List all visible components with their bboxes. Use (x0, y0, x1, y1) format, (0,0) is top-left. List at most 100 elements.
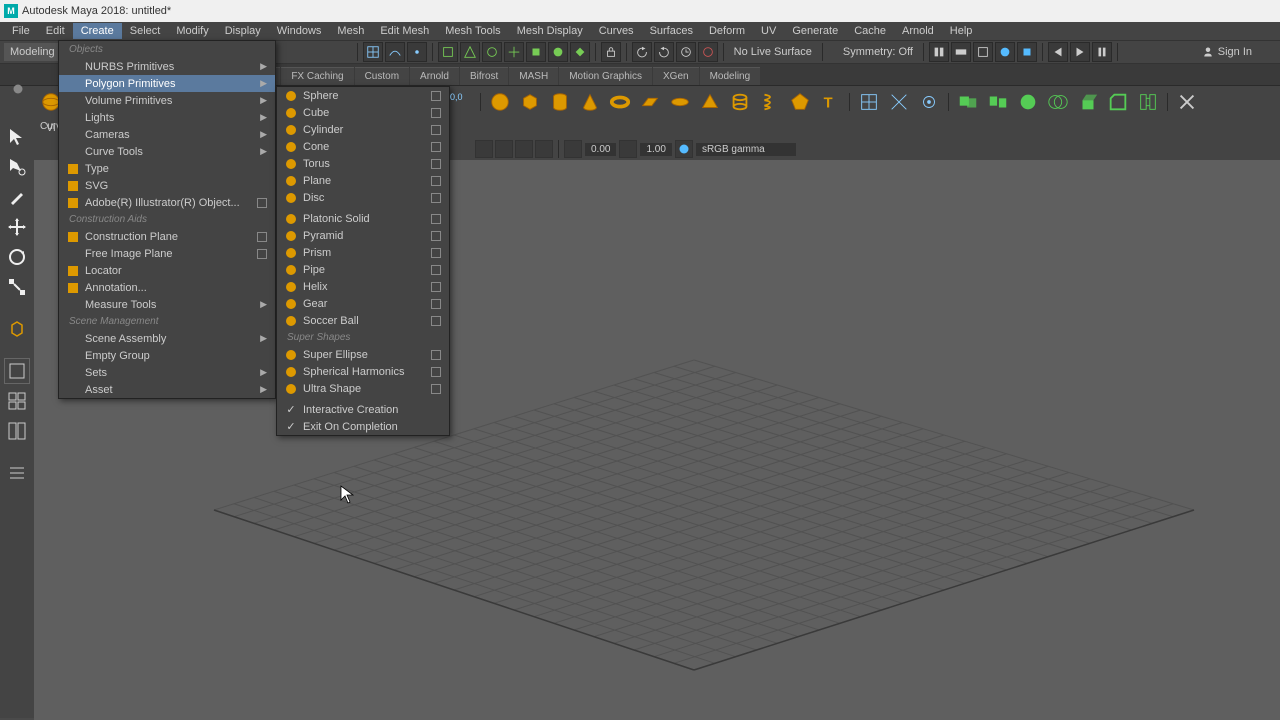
curve-panel[interactable]: Curv (38, 118, 60, 135)
menu-select[interactable]: Select (122, 23, 169, 39)
menu-item-disc[interactable]: Disc (277, 189, 449, 206)
menu-edit-mesh[interactable]: Edit Mesh (372, 23, 437, 39)
menu-item-gear[interactable]: Gear (277, 295, 449, 312)
menu-windows[interactable]: Windows (269, 23, 330, 39)
lock-icon[interactable] (601, 42, 621, 62)
poly-platonic-icon[interactable] (786, 88, 814, 116)
vp-tool-icon[interactable] (619, 140, 637, 158)
separate-icon[interactable] (984, 88, 1012, 116)
menu-item-cameras[interactable]: Cameras▶ (59, 126, 275, 143)
tool-icon[interactable] (526, 42, 546, 62)
menu-item-pyramid[interactable]: Pyramid (277, 227, 449, 244)
smooth-icon[interactable] (1014, 88, 1042, 116)
poly-cylinder-icon[interactable] (546, 88, 574, 116)
menu-item-free-image-plane[interactable]: Free Image Plane (59, 245, 275, 262)
menu-item-ultra-shape[interactable]: Ultra Shape (277, 380, 449, 397)
snap-grid-icon[interactable] (363, 42, 383, 62)
menu-item-construction-plane[interactable]: Construction Plane (59, 228, 275, 245)
tool-icon[interactable] (995, 42, 1015, 62)
history-icon[interactable] (676, 42, 696, 62)
tab-arnold[interactable]: Arnold (410, 67, 459, 85)
extrude-icon[interactable] (1074, 88, 1102, 116)
menu-item-curve-tools[interactable]: Curve Tools▶ (59, 143, 275, 160)
bool-icon[interactable] (1044, 88, 1072, 116)
menu-curves[interactable]: Curves (591, 23, 642, 39)
menu-edit[interactable]: Edit (38, 23, 73, 39)
menu-item-sets[interactable]: Sets▶ (59, 364, 275, 381)
menu-item-lights[interactable]: Lights▶ (59, 109, 275, 126)
live-surface-label[interactable]: No Live Surface (728, 46, 818, 58)
menu-item-platonic-solid[interactable]: Platonic Solid (277, 210, 449, 227)
poly-cube-icon[interactable] (516, 88, 544, 116)
scale-tool-icon[interactable] (4, 274, 30, 300)
tab-bifrost[interactable]: Bifrost (460, 67, 508, 85)
menu-mesh[interactable]: Mesh (329, 23, 372, 39)
menu-item-nurbs-primitives[interactable]: NURBS Primitives▶ (59, 58, 275, 75)
menu-item-scene-assembly[interactable]: Scene Assembly▶ (59, 330, 275, 347)
poly-plane-icon[interactable] (636, 88, 664, 116)
snap-point-icon[interactable] (407, 42, 427, 62)
menu-item-plane[interactable]: Plane (277, 172, 449, 189)
target-weld-icon[interactable] (915, 88, 943, 116)
symmetry-label[interactable]: Symmetry: Off (837, 46, 919, 58)
colorspace-dropdown[interactable]: sRGB gamma (696, 143, 796, 156)
vp-tool-icon[interactable] (475, 140, 493, 158)
layout-icon[interactable] (4, 358, 30, 384)
shelf-tab-icon[interactable] (12, 83, 24, 95)
menu-arnold[interactable]: Arnold (894, 23, 942, 39)
delete-icon[interactable] (1173, 88, 1201, 116)
menu-surfaces[interactable]: Surfaces (642, 23, 701, 39)
history-icon[interactable] (698, 42, 718, 62)
tool-icon[interactable] (973, 42, 993, 62)
tool-icon[interactable] (548, 42, 568, 62)
tab-motion graphics[interactable]: Motion Graphics (559, 67, 652, 85)
menu-item-prism[interactable]: Prism (277, 244, 449, 261)
rotate-tool-icon[interactable] (4, 244, 30, 270)
vp-tool-icon[interactable] (515, 140, 533, 158)
menu-item-cylinder[interactable]: Cylinder (277, 121, 449, 138)
menu-item-volume-primitives[interactable]: Volume Primitives▶ (59, 92, 275, 109)
poly-sphere-icon[interactable] (486, 88, 514, 116)
tab-xgen[interactable]: XGen (653, 67, 699, 85)
vp-tool-icon[interactable] (495, 140, 513, 158)
tool-icon[interactable] (951, 42, 971, 62)
menu-item-sphere[interactable]: Sphere (277, 87, 449, 104)
menu-item-annotation-[interactable]: Annotation... (59, 279, 275, 296)
play-back-icon[interactable] (1048, 42, 1068, 62)
menu-item-super-ellipse[interactable]: Super Ellipse (277, 346, 449, 363)
poly-cone-icon[interactable] (576, 88, 604, 116)
vp-tool-icon[interactable] (564, 140, 582, 158)
tool-icon[interactable] (482, 42, 502, 62)
menu-item-empty-group[interactable]: Empty Group (59, 347, 275, 364)
menu-uv[interactable]: UV (753, 23, 784, 39)
menu-item-adobe-r-illustrator-r-object-[interactable]: Adobe(R) Illustrator(R) Object... (59, 194, 275, 211)
menu-item-asset[interactable]: Asset▶ (59, 381, 275, 398)
tool-icon[interactable] (1017, 42, 1037, 62)
combine-icon[interactable] (954, 88, 982, 116)
list-icon[interactable] (4, 460, 30, 486)
pause-icon[interactable] (1092, 42, 1112, 62)
menu-item-helix[interactable]: Helix (277, 278, 449, 295)
menu-item-type[interactable]: Type (59, 160, 275, 177)
menu-mesh-tools[interactable]: Mesh Tools (437, 23, 508, 39)
snap-curve-icon[interactable] (385, 42, 405, 62)
poly-disc-icon[interactable] (666, 88, 694, 116)
gamma-value[interactable]: 0.00 (585, 143, 616, 156)
poly-pyramid-icon[interactable] (696, 88, 724, 116)
multicut-icon[interactable] (885, 88, 913, 116)
tool-icon[interactable] (438, 42, 458, 62)
menu-item-polygon-primitives[interactable]: Polygon Primitives▶ (59, 75, 275, 92)
move-tool-icon[interactable] (4, 214, 30, 240)
tab-fx caching[interactable]: FX Caching (281, 67, 353, 85)
colorspace-icon[interactable] (675, 140, 693, 158)
undo-icon[interactable] (632, 42, 652, 62)
type-icon[interactable]: T (816, 88, 844, 116)
layout-2-icon[interactable] (4, 418, 30, 444)
menu-item-spherical-harmonics[interactable]: Spherical Harmonics (277, 363, 449, 380)
tool-icon[interactable] (929, 42, 949, 62)
menu-generate[interactable]: Generate (784, 23, 846, 39)
select-tool-icon[interactable] (4, 124, 30, 150)
lasso-tool-icon[interactable] (4, 154, 30, 180)
menu-item-svg[interactable]: SVG (59, 177, 275, 194)
menu-item-interactive-creation[interactable]: ✓Interactive Creation (277, 401, 449, 418)
